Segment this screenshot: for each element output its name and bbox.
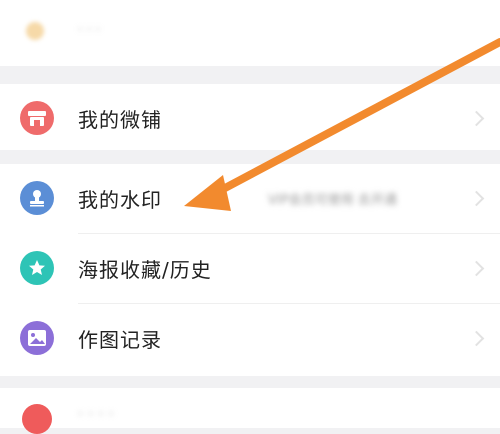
bottom-card: · · · · bbox=[0, 388, 500, 434]
chevron-right-icon bbox=[468, 330, 485, 346]
store-label: 我的微铺 bbox=[78, 107, 162, 132]
watermark-hint: VIP会员可使用 去开通 bbox=[268, 192, 397, 208]
star-icon bbox=[20, 251, 54, 285]
menu-item-poster[interactable]: 海报收藏/历史 bbox=[0, 234, 500, 302]
chevron-right-icon bbox=[468, 110, 485, 126]
menu-item-record[interactable]: 作图记录 bbox=[0, 304, 500, 372]
chevron-right-icon bbox=[468, 260, 485, 276]
top-card: · · · bbox=[0, 0, 500, 66]
bottom-item-icon bbox=[22, 404, 52, 434]
image-icon bbox=[20, 321, 54, 355]
menu-item-store[interactable]: 我的微铺 bbox=[0, 84, 500, 152]
menu-item-watermark[interactable]: 我的水印 VIP会员可使用 去开通 bbox=[0, 164, 500, 232]
top-partial-text: · · · bbox=[78, 22, 101, 38]
store-card: 我的微铺 bbox=[0, 84, 500, 150]
bottom-partial-text: · · · · bbox=[78, 404, 114, 423]
poster-label: 海报收藏/历史 bbox=[78, 257, 212, 282]
top-dot-icon bbox=[26, 22, 44, 40]
store-icon bbox=[20, 101, 54, 135]
stamp-icon bbox=[20, 181, 54, 215]
record-label: 作图记录 bbox=[78, 327, 162, 352]
watermark-label: 我的水印 bbox=[78, 187, 162, 212]
main-card: 我的水印 VIP会员可使用 去开通 海报收藏/历史 作图记录 bbox=[0, 164, 500, 376]
chevron-right-icon bbox=[468, 190, 485, 206]
